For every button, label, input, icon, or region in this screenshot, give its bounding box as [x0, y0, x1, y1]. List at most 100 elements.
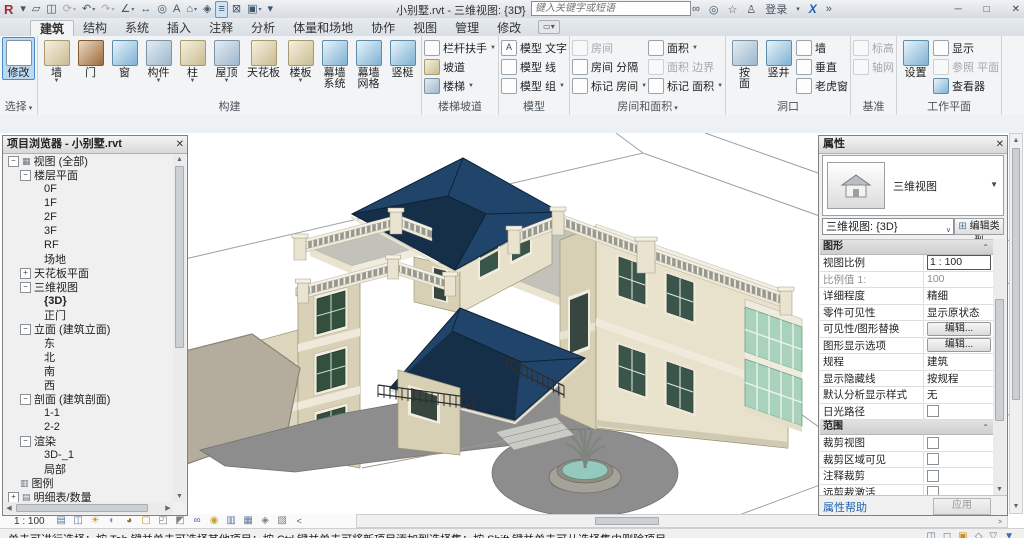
- tree-item-局部[interactable]: 局部: [4, 462, 173, 476]
- grid-button[interactable]: 轴网: [853, 58, 894, 75]
- redo-icon[interactable]: ↷▾: [99, 2, 116, 17]
- tab-视图[interactable]: 视图: [404, 20, 446, 36]
- tree-item-正门[interactable]: 正门: [4, 308, 173, 322]
- tag-area-button[interactable]: 标记 面积▼: [648, 77, 723, 94]
- signin-icon[interactable]: ♙: [746, 3, 756, 16]
- edit-type-button[interactable]: ⊞ 编辑类型: [954, 218, 1004, 235]
- show-crop-region-icon[interactable]: ◰: [157, 515, 170, 528]
- component-button[interactable]: 构件▼: [142, 37, 175, 85]
- tree-item-3D-_1[interactable]: 3D-_1: [4, 448, 173, 462]
- temporary-hide-isolate-icon[interactable]: ∞: [191, 515, 204, 528]
- property-value[interactable]: [924, 485, 993, 496]
- tree-item-北[interactable]: 北: [4, 350, 173, 364]
- door-button[interactable]: 门: [74, 37, 107, 80]
- project-browser-vscrollbar[interactable]: ▲▼: [173, 154, 186, 502]
- model-group-button[interactable]: 模型 组▼: [501, 77, 567, 94]
- wall-button[interactable]: 墙▼: [40, 37, 73, 85]
- communication-center-icon[interactable]: ◎: [709, 3, 719, 16]
- tab-协作[interactable]: 协作: [362, 20, 404, 36]
- checkbox[interactable]: [927, 437, 939, 449]
- tab-体量和场地[interactable]: 体量和场地: [284, 20, 362, 36]
- property-value[interactable]: 无: [924, 387, 993, 403]
- text-icon[interactable]: A: [171, 2, 182, 17]
- collapse-icon[interactable]: −: [20, 436, 31, 447]
- tree-item-东[interactable]: 东: [4, 336, 173, 350]
- tab-管理[interactable]: 管理: [446, 20, 488, 36]
- favorites-icon[interactable]: ☆: [727, 3, 737, 16]
- maximize-button[interactable]: □: [984, 4, 990, 15]
- checkbox[interactable]: [927, 470, 939, 482]
- undo-icon[interactable]: ↶▾: [80, 2, 97, 17]
- save-icon[interactable]: ◫: [44, 2, 58, 17]
- property-value[interactable]: [924, 435, 993, 451]
- project-browser-title[interactable]: 项目浏览器 - 小别墅.rvt ✕: [3, 136, 187, 154]
- tree-item-立面 (建筑立面)[interactable]: −立面 (建筑立面): [4, 322, 173, 336]
- viewer-button[interactable]: 查看器: [933, 77, 999, 94]
- property-value[interactable]: 按规程: [924, 371, 993, 387]
- reveal-hidden-elements-icon[interactable]: ◉: [208, 515, 221, 528]
- panel-label-选择[interactable]: 选择 ▾: [2, 100, 35, 115]
- measure-icon[interactable]: ∠▾: [119, 2, 137, 17]
- ramp-button[interactable]: 坡道: [424, 58, 496, 75]
- tag-room-button[interactable]: 标记 房间▼: [572, 77, 647, 94]
- property-value[interactable]: 100: [924, 272, 993, 288]
- collapse-icon[interactable]: −: [20, 394, 31, 405]
- tab-分析[interactable]: 分析: [242, 20, 284, 36]
- tree-item-2-2[interactable]: 2-2: [4, 420, 173, 434]
- window-button[interactable]: 窗: [108, 37, 141, 80]
- collapse-icon[interactable]: −: [20, 170, 31, 181]
- select-underlay-icon[interactable]: ◻: [943, 531, 951, 538]
- instance-selector[interactable]: 三维视图: {3D} ∨: [822, 218, 954, 235]
- tree-item-场地[interactable]: 场地: [4, 252, 173, 266]
- infocenter-overflow-icon[interactable]: »: [826, 3, 832, 15]
- reveal-constraints-icon[interactable]: ▧: [276, 515, 289, 528]
- tree-item-2F[interactable]: 2F: [4, 210, 173, 224]
- tree-item-天花板平面[interactable]: +天花板平面: [4, 266, 173, 280]
- tree-item-RF[interactable]: RF: [4, 238, 173, 252]
- exchange-apps-icon[interactable]: X: [809, 2, 817, 16]
- panel-label-楼梯坡道[interactable]: 楼梯坡道: [424, 100, 496, 115]
- collapse-icon[interactable]: −: [8, 156, 19, 167]
- close-button[interactable]: ✕: [1012, 4, 1020, 15]
- property-section-范围[interactable]: 范围⌃: [820, 420, 993, 435]
- tab-建筑[interactable]: 建筑: [30, 20, 74, 36]
- cursor-button[interactable]: 修改: [2, 37, 35, 80]
- tab-注释[interactable]: 注释: [200, 20, 242, 36]
- displacement-sets-icon[interactable]: ◈: [259, 515, 272, 528]
- sun-path-icon[interactable]: ☀: [89, 515, 102, 528]
- title-expander-icon[interactable]: ▸: [519, 3, 523, 12]
- infocenter-search-input[interactable]: [531, 1, 691, 16]
- level-button[interactable]: 标高: [853, 39, 894, 56]
- close-icon[interactable]: ✕: [996, 137, 1004, 153]
- property-value[interactable]: 显示原状态: [924, 305, 993, 321]
- minimize-button[interactable]: ─: [954, 4, 961, 15]
- panel-label-构建[interactable]: 构建: [40, 100, 419, 115]
- roof-button[interactable]: 屋顶▼: [210, 37, 243, 85]
- section-icon[interactable]: ◈: [201, 2, 213, 17]
- tree-item-{3D}[interactable]: {3D}: [4, 294, 173, 308]
- chevron-down-icon[interactable]: ▼: [990, 180, 998, 189]
- unlocked-view-icon[interactable]: ◩: [174, 515, 187, 528]
- thin-lines-icon[interactable]: ≡: [215, 1, 227, 18]
- view-scale-button[interactable]: 1 : 100: [14, 516, 45, 527]
- property-value[interactable]: 1 : 100: [924, 255, 993, 271]
- property-section-图形[interactable]: 图形⌃: [820, 240, 993, 255]
- by-face-button[interactable]: 按 面: [728, 37, 761, 91]
- customize-qat-icon[interactable]: ▾: [266, 2, 276, 17]
- drawing-hscrollbar[interactable]: >: [356, 514, 1008, 528]
- open-icon[interactable]: ▱: [30, 2, 42, 17]
- tree-item-三维视图[interactable]: −三维视图: [4, 280, 173, 294]
- tree-item-3F[interactable]: 3F: [4, 224, 173, 238]
- edit-button[interactable]: 编辑...: [927, 322, 991, 336]
- shadows-icon[interactable]: ◐: [106, 515, 119, 528]
- property-value[interactable]: 精细: [924, 288, 993, 304]
- curtain-system-button[interactable]: 幕墙 系统: [318, 37, 351, 91]
- property-value[interactable]: 编辑...: [924, 321, 993, 337]
- properties-title[interactable]: 属性 ✕: [819, 136, 1007, 154]
- tree-item-图例[interactable]: ▥图例: [4, 476, 173, 490]
- set-work-plane-button[interactable]: 设置: [899, 37, 932, 80]
- floor-button[interactable]: 楼板▼: [284, 37, 317, 85]
- show-work-plane-button[interactable]: 显示: [933, 39, 999, 56]
- room-separator-button[interactable]: 房间 分隔: [572, 58, 647, 75]
- crop-view-icon[interactable]: ▢: [140, 515, 153, 528]
